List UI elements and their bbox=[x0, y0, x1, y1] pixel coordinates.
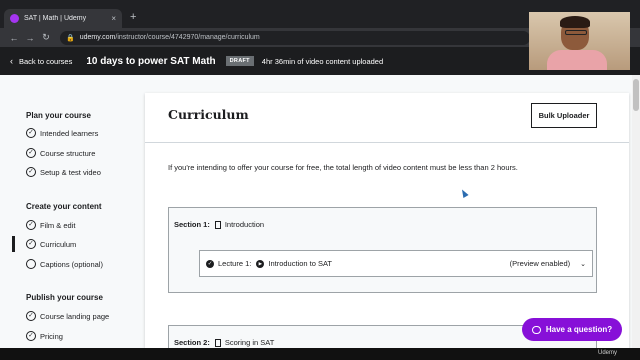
group-title-plan: Plan your course bbox=[26, 111, 91, 120]
sidebar-item-film-edit[interactable]: ✓ Film & edit bbox=[26, 220, 75, 230]
udemy-favicon-icon bbox=[10, 14, 19, 23]
sidebar: Plan your course ✓ Intended learners ✓ C… bbox=[12, 75, 137, 348]
sidebar-item-intended-learners[interactable]: ✓ Intended learners bbox=[26, 128, 98, 138]
check-circle-icon: ✓ bbox=[26, 331, 36, 341]
status-badge: DRAFT bbox=[225, 56, 254, 66]
chat-bubble-icon bbox=[531, 325, 541, 334]
sidebar-item-setup-test-video[interactable]: ✓ Setup & test video bbox=[26, 167, 101, 177]
sidebar-item-course-structure[interactable]: ✓ Course structure bbox=[26, 148, 95, 158]
check-circle-icon: ✓ bbox=[26, 128, 36, 138]
bulk-uploader-button[interactable]: Bulk Uploader bbox=[531, 103, 597, 128]
course-title: 10 days to power SAT Math bbox=[86, 55, 216, 67]
sidebar-item-curriculum[interactable]: ✓ Curriculum bbox=[26, 239, 76, 249]
sidebar-item-label: Captions (optional) bbox=[40, 259, 103, 269]
sidebar-item-label: Pricing bbox=[40, 331, 63, 341]
tab-close-icon[interactable]: × bbox=[111, 14, 116, 23]
main-panel: Curriculum Bulk Uploader If you're inten… bbox=[145, 93, 629, 348]
document-icon bbox=[214, 338, 221, 347]
section-title: Scoring in SAT bbox=[224, 338, 275, 347]
forward-arrow-icon[interactable]: → bbox=[22, 33, 38, 43]
sidebar-item-captions[interactable]: Captions (optional) bbox=[26, 259, 103, 269]
lecture-label: Lecture 1: bbox=[218, 259, 252, 268]
address-bar[interactable]: 🔒 udemy.com /instructor/course/4742970/m… bbox=[60, 30, 530, 45]
active-indicator bbox=[12, 236, 15, 252]
check-circle-icon: ✓ bbox=[26, 167, 36, 177]
presenter-body bbox=[547, 50, 607, 70]
reload-icon[interactable]: ↻ bbox=[38, 32, 54, 43]
sidebar-item-course-landing-page[interactable]: ✓ Course landing page bbox=[26, 311, 109, 321]
scrollbar-thumb[interactable] bbox=[633, 79, 639, 111]
play-icon: ▶ bbox=[256, 259, 265, 268]
check-circle-icon: ✓ bbox=[26, 148, 36, 158]
group-title-publish: Publish your course bbox=[26, 293, 103, 302]
empty-circle-icon bbox=[26, 259, 36, 269]
sidebar-item-label: Film & edit bbox=[40, 220, 76, 230]
check-circle-icon: ✓ bbox=[26, 311, 36, 321]
have-a-question-button[interactable]: Have a question? bbox=[522, 318, 622, 341]
section-label: Section 2: bbox=[174, 338, 210, 347]
presenter-glasses bbox=[565, 30, 587, 35]
page-body: Plan your course ✓ Intended learners ✓ C… bbox=[0, 75, 640, 348]
sidebar-item-label: Setup & test video bbox=[40, 167, 101, 177]
browser-tab[interactable]: SAT | Math | Udemy × bbox=[4, 9, 122, 28]
check-circle-icon: ✓ bbox=[26, 220, 36, 230]
back-to-courses-label: Back to courses bbox=[19, 56, 73, 66]
section-title: Introduction bbox=[224, 220, 265, 229]
sidebar-item-pricing[interactable]: ✓ Pricing bbox=[26, 331, 63, 341]
preview-status: (Preview enabled) bbox=[509, 259, 571, 268]
section-header[interactable]: Section 2: Scoring in SAT bbox=[174, 338, 274, 347]
page-scrollbar[interactable] bbox=[632, 75, 640, 348]
lock-icon: 🔒 bbox=[66, 34, 75, 42]
sidebar-item-label: Course landing page bbox=[40, 311, 110, 321]
video-content-note: 4hr 36min of video content uploaded bbox=[261, 56, 384, 66]
section-header[interactable]: Section 1: Introduction bbox=[174, 220, 264, 229]
chevron-down-icon[interactable]: ⌄ bbox=[580, 260, 586, 268]
free-course-notice: If you're intending to offer your course… bbox=[168, 163, 518, 172]
curriculum-section: Section 1: Introduction ✓ Lecture 1: ▶ I… bbox=[168, 207, 597, 293]
sidebar-item-label: Curriculum bbox=[40, 239, 77, 249]
lecture-title: Introduction to SAT bbox=[268, 259, 333, 268]
presenter-hair bbox=[560, 16, 590, 28]
help-button-label: Have a question? bbox=[545, 325, 613, 334]
back-to-courses-link[interactable]: ‹ Back to courses bbox=[10, 56, 72, 66]
bottom-bar bbox=[0, 348, 640, 360]
udemy-watermark: Udemy bbox=[598, 350, 618, 356]
tab-title: SAT | Math | Udemy bbox=[24, 15, 87, 22]
section-label: Section 1: bbox=[174, 220, 210, 229]
sidebar-item-label: Course structure bbox=[40, 148, 96, 158]
back-arrow-icon[interactable]: ← bbox=[6, 33, 22, 43]
new-tab-button[interactable]: + bbox=[130, 11, 136, 23]
main-header: Curriculum Bulk Uploader bbox=[145, 93, 629, 143]
url-host: udemy.com bbox=[79, 34, 116, 41]
document-icon bbox=[214, 220, 221, 229]
chevron-left-icon: ‹ bbox=[10, 56, 13, 66]
check-circle-icon: ✓ bbox=[26, 239, 36, 249]
url-path: /instructor/course/4742970/manage/curric… bbox=[115, 34, 260, 41]
lecture-item[interactable]: ✓ Lecture 1: ▶ Introduction to SAT (Prev… bbox=[199, 250, 593, 277]
webcam-overlay bbox=[529, 12, 630, 70]
page-title: Curriculum bbox=[168, 107, 249, 122]
sidebar-item-label: Intended learners bbox=[40, 128, 99, 138]
check-filled-icon: ✓ bbox=[206, 259, 214, 268]
group-title-create: Create your content bbox=[26, 202, 102, 211]
